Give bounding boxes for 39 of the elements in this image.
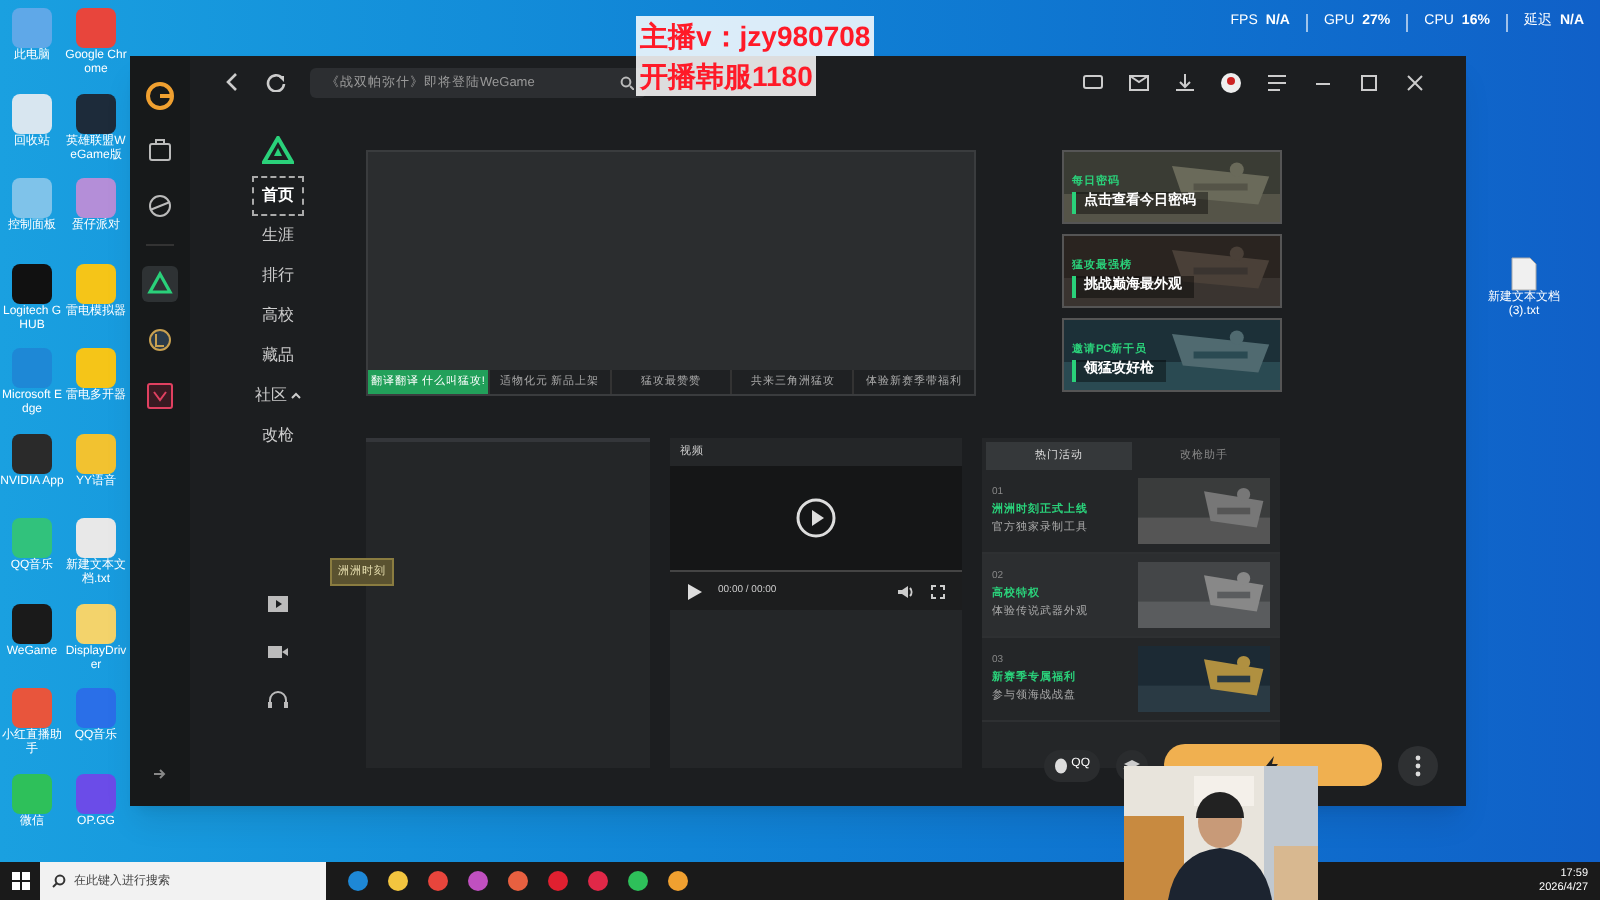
nav-item[interactable]: 藏品 — [252, 336, 304, 376]
nav-item[interactable]: 首页 — [252, 176, 304, 216]
avatar-icon[interactable] — [1220, 71, 1242, 93]
media-icon[interactable] — [266, 592, 290, 616]
nav-item[interactable]: 高校 — [252, 296, 304, 336]
more-icon[interactable] — [1398, 745, 1438, 785]
chat-icon[interactable] — [1082, 71, 1104, 93]
headset-icon[interactable] — [266, 688, 290, 712]
refresh-icon[interactable] — [266, 72, 286, 92]
fullscreen-icon[interactable] — [930, 583, 946, 599]
game-tab[interactable] — [142, 378, 178, 414]
play-icon[interactable] — [686, 583, 702, 599]
maximize-icon[interactable] — [1358, 71, 1380, 93]
desktop-shortcut-icon[interactable] — [12, 603, 52, 643]
close-icon[interactable] — [1404, 71, 1426, 93]
camera-icon[interactable] — [266, 640, 290, 664]
search-icon — [620, 75, 634, 89]
game-tab[interactable] — [142, 266, 178, 302]
stream-caption: 开播韩服1180 — [636, 56, 817, 96]
back-icon[interactable] — [222, 72, 242, 92]
nav-item[interactable]: 排行 — [252, 256, 304, 296]
desktop-shortcut-icon[interactable] — [12, 433, 52, 473]
logo-icon — [144, 80, 176, 112]
collapse-icon[interactable] — [152, 766, 168, 782]
mail-icon[interactable] — [1128, 71, 1150, 93]
desktop-shortcut-icon[interactable] — [12, 263, 52, 303]
search-icon — [52, 874, 66, 888]
nav-item[interactable]: 改枪 — [252, 416, 304, 456]
triangle-logo-icon — [262, 136, 294, 164]
stream-caption: 主播v：jzy980708 — [636, 16, 875, 56]
volume-icon[interactable] — [896, 583, 914, 599]
nav-item[interactable]: 生涯 — [252, 216, 304, 256]
download-icon[interactable] — [1174, 71, 1196, 93]
penguin-icon — [1053, 757, 1068, 773]
desktop-shortcut-icon[interactable] — [76, 93, 116, 133]
menu-icon[interactable] — [1266, 71, 1288, 93]
nav-item[interactable]: 社区 — [245, 376, 311, 416]
play-icon[interactable] — [796, 498, 836, 538]
document-icon — [1510, 256, 1538, 292]
